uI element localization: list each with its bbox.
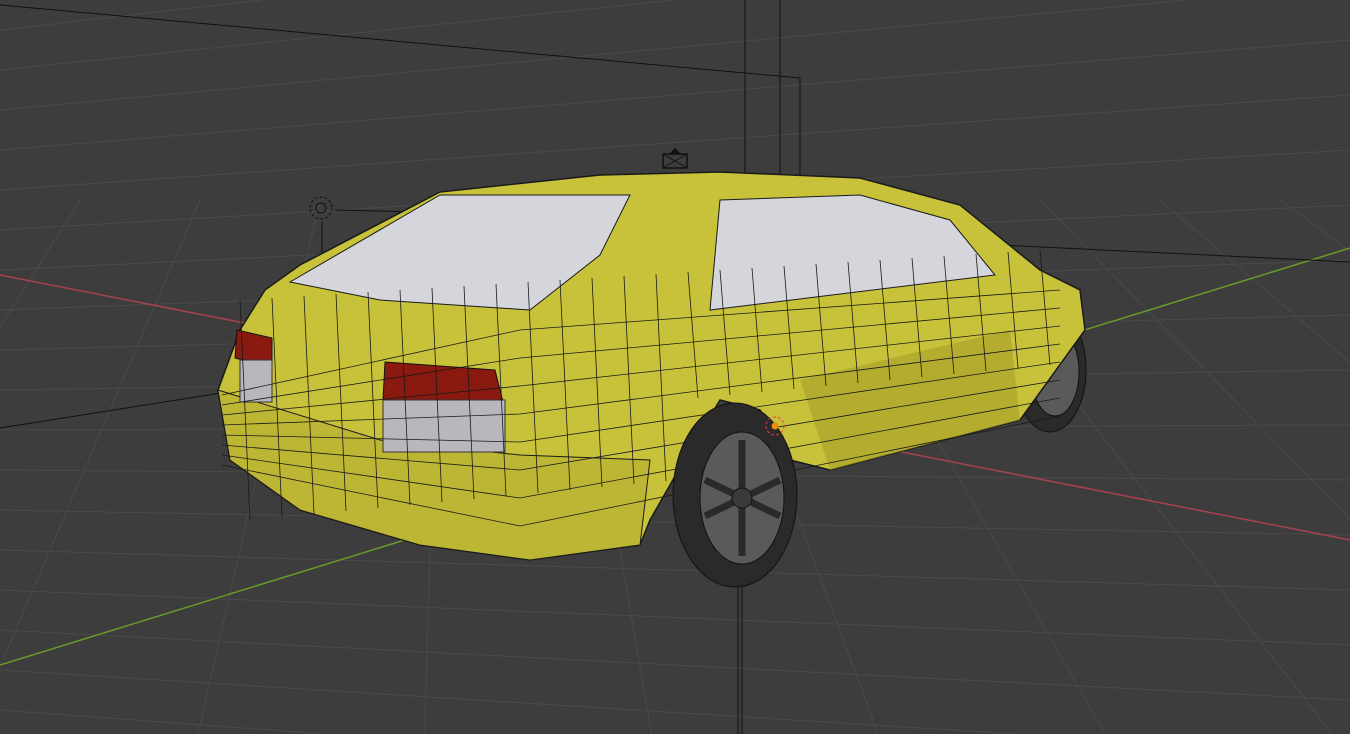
grid-line (0, 629, 1350, 701)
rear-grille-left (239, 359, 273, 403)
rear-grille-right (382, 399, 506, 453)
viewport-canvas[interactable] (0, 0, 1350, 734)
grid-line (1159, 199, 1350, 363)
grid-line (0, 0, 1189, 111)
grid-line (0, 589, 1350, 646)
light-icon[interactable] (309, 196, 333, 220)
grid-line (1279, 199, 1350, 252)
grid-line (0, 39, 1350, 151)
car-model[interactable] (217, 171, 1087, 588)
wheel-hub (731, 487, 753, 509)
camera-icon[interactable] (662, 148, 688, 169)
grid-line (0, 0, 676, 71)
grid-line (1039, 199, 1350, 520)
3d-viewport[interactable] (0, 0, 1350, 734)
grid-line (0, 549, 1350, 591)
grid-line (0, 669, 1017, 734)
grid-line (0, 709, 325, 734)
